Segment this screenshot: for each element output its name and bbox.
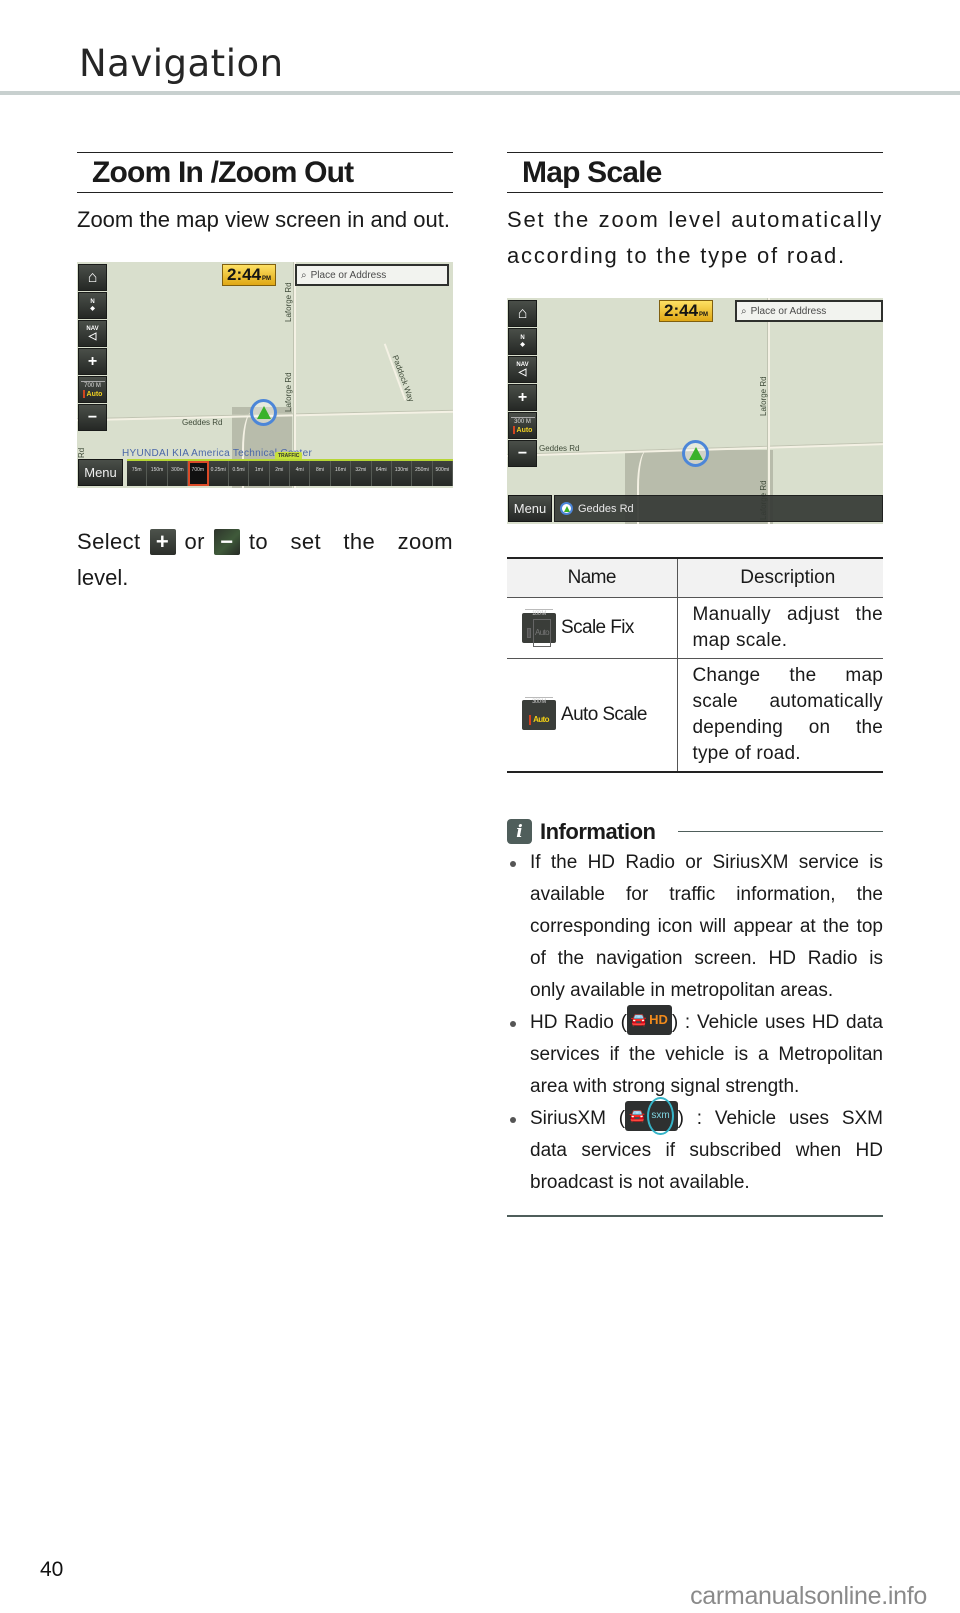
scale-step[interactable]: 1mi: [249, 461, 270, 486]
scale-step[interactable]: 4mi: [290, 461, 311, 486]
zoom-in-button[interactable]: +: [508, 384, 537, 411]
table-row: 100 M Auto Scale Fix Manually adjust the…: [507, 597, 883, 659]
section-intro: Zoom the map view screen in and out.: [77, 207, 450, 232]
scale-fix-icon: 100 M Auto: [522, 608, 556, 647]
info-icon: i: [507, 819, 532, 844]
vehicle-icon: [560, 502, 573, 515]
map-scale-table: Name Description 100 M Auto Scale Fix Ma…: [507, 557, 883, 773]
home-icon: ⌂: [517, 304, 528, 322]
zoom-out-button[interactable]: −: [508, 440, 537, 467]
zoom-instruction: Select + or − to set the zoom: [77, 529, 453, 555]
zoom-in-button[interactable]: +: [78, 348, 107, 375]
compass-button[interactable]: N ◆: [508, 328, 537, 355]
map-screen-scale: Geddes Rd Laforge Rd Laforge Rd ⌂ N◆ NAV…: [507, 298, 883, 524]
section-heading: Zoom In /Zoom Out: [77, 152, 453, 193]
map-scale-button[interactable]: 700 M Auto: [78, 376, 107, 403]
scale-value: 300 M: [510, 417, 535, 426]
information-list: If the HD Radio or SiriusXM service is a…: [507, 847, 883, 1199]
home-button[interactable]: ⌂: [508, 300, 537, 327]
list-item: If the HD Radio or SiriusXM service is a…: [507, 847, 883, 1007]
information-header: i Information: [507, 819, 883, 845]
scale-step[interactable]: 0.5mi: [229, 461, 250, 486]
zoom-section: Zoom In /Zoom Out Zoom the map view scre…: [77, 152, 453, 596]
map-scale-section: Map Scale Set the zoom level automatical…: [507, 152, 883, 1217]
scale-step[interactable]: 2mi: [270, 461, 290, 486]
scale-step[interactable]: 500mi: [433, 461, 453, 486]
current-road-bar: Geddes Rd: [554, 495, 883, 522]
auto-scale-icon: 300 M Auto: [522, 696, 556, 730]
table-header-name: Name: [507, 557, 678, 598]
scale-step[interactable]: 300m: [168, 461, 189, 486]
auto-label: Auto: [516, 426, 533, 434]
clock: 2:44 PM: [222, 264, 277, 286]
search-icon: ⌕: [301, 269, 307, 281]
scale-step[interactable]: 8mi: [310, 461, 331, 486]
scale-step[interactable]: 130mi: [392, 461, 413, 486]
home-icon: ⌂: [87, 268, 98, 286]
table-row: 300 M Auto Auto Scale Change the map sca…: [507, 658, 883, 773]
page-number: 40: [40, 1558, 64, 1581]
road-label: Rd: [77, 447, 86, 458]
row-name: Scale Fix: [561, 616, 634, 638]
road-label: Laforge Rd: [284, 372, 293, 412]
page-title: Navigation: [79, 42, 284, 85]
table-header-description: Description: [677, 557, 883, 598]
scale-step[interactable]: 700m: [188, 461, 209, 486]
vehicle-position-icon: [250, 399, 277, 426]
zoom-instruction-end: level.: [77, 565, 129, 590]
search-input[interactable]: ⌕ Place or Address: [295, 264, 449, 286]
compass-icon: N ◆: [520, 334, 525, 348]
compass-button[interactable]: N ◆: [78, 292, 107, 319]
speaker-icon: NAV ◁: [516, 361, 529, 378]
map-screen-zoom: Geddes Rd Laforge Rd Laforge Rd Paddock …: [77, 262, 453, 488]
list-item: SiriusXM (🚘 sxm) : Vehicle uses SXM data …: [507, 1097, 883, 1199]
compass-icon: N ◆: [90, 298, 95, 312]
search-icon: ⌕: [741, 305, 747, 317]
scale-step[interactable]: 0.25mi: [209, 461, 229, 486]
watermark: carmanualsonline.info: [690, 1582, 927, 1610]
zoom-in-icon: +: [149, 529, 176, 555]
menu-button[interactable]: Menu: [508, 495, 552, 522]
zoom-out-icon: −: [213, 529, 240, 555]
row-name: Auto Scale: [561, 703, 648, 725]
map-scale-button[interactable]: 300 M Auto: [508, 412, 537, 439]
nav-volume-button[interactable]: NAV ◁: [508, 356, 537, 383]
information-title: Information: [540, 818, 656, 844]
road-label: Geddes Rd: [182, 418, 223, 427]
siriusxm-traffic-icon: 🚘 sxm: [625, 1097, 678, 1136]
hd-radio-traffic-icon: 🚘 HD: [626, 1005, 672, 1036]
menu-button[interactable]: Menu: [78, 459, 123, 486]
clock: 2:44 PM: [659, 300, 714, 322]
speaker-icon: NAV ◁: [86, 325, 99, 342]
scale-step[interactable]: 150m: [147, 461, 168, 486]
vehicle-position-icon: [682, 440, 709, 467]
scale-step[interactable]: 16mi: [331, 461, 352, 486]
scale-step[interactable]: 250mi: [412, 461, 433, 486]
road-label: Geddes Rd: [539, 444, 580, 453]
search-input[interactable]: ⌕ Place or Address: [735, 300, 883, 322]
current-road-name: Geddes Rd: [578, 502, 634, 515]
scale-step[interactable]: 64mi: [372, 461, 392, 486]
section-intro: Set the zoom level automatically accordi…: [507, 207, 883, 268]
row-description: Manually adjust the map scale.: [692, 603, 883, 651]
title-divider: [0, 91, 960, 95]
scale-step[interactable]: 32mi: [351, 461, 372, 486]
road-label: Laforge Rd: [284, 282, 293, 322]
zoom-out-button[interactable]: −: [78, 404, 107, 431]
scale-value: 700 M: [80, 381, 105, 390]
road-label: Laforge Rd: [759, 376, 768, 416]
information-divider: [677, 831, 883, 832]
scale-selector[interactable]: 75m 150m 300m 700m 0.25mi 0.5mi 1mi 2mi 4mi 8mi 16…: [127, 459, 453, 486]
row-description: Change the map scale automatically depen…: [692, 664, 883, 764]
scale-step[interactable]: 75m: [127, 461, 148, 486]
auto-indicator: [82, 390, 85, 398]
nav-volume-button[interactable]: NAV ◁: [78, 320, 107, 347]
auto-indicator: [512, 426, 515, 434]
auto-label: Auto: [86, 390, 103, 398]
list-item: HD Radio (🚘 HD) : Vehicle uses HD data se…: [507, 1005, 883, 1103]
section-heading: Map Scale: [507, 152, 883, 193]
home-button[interactable]: ⌂: [78, 264, 107, 291]
information-bottom-divider: [507, 1214, 883, 1217]
